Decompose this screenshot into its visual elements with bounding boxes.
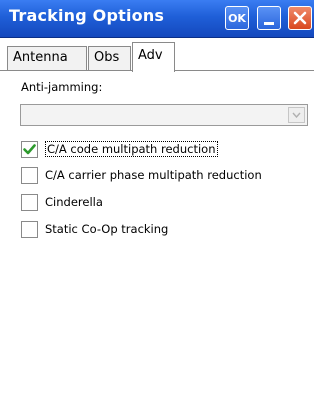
ok-button[interactable]: OK (225, 6, 249, 30)
checkbox-ca-code-multipath[interactable] (21, 141, 38, 158)
close-button[interactable] (288, 6, 312, 30)
anti-jamming-label: Anti-jamming: (21, 80, 103, 94)
minimize-icon (264, 21, 274, 25)
checkbox-static-coop-tracking[interactable] (21, 221, 38, 238)
dropdown-button[interactable] (288, 107, 305, 123)
title-bar: Tracking Options OK (0, 0, 314, 38)
checkmark-icon (23, 144, 36, 155)
dropdown-arrow-icon (292, 112, 301, 118)
tab-obs[interactable]: Obs (88, 46, 131, 70)
tab-antenna[interactable]: Antenna (7, 46, 87, 70)
option-label: C/A carrier phase multipath reduction (45, 168, 262, 182)
tab-adv[interactable]: Adv (132, 42, 175, 72)
ok-button-label: OK (228, 11, 246, 25)
anti-jamming-select[interactable] (20, 104, 308, 126)
window-title: Tracking Options (9, 6, 165, 25)
close-icon (293, 11, 307, 25)
option-label: C/A code multipath reduction (45, 141, 218, 157)
minimize-button[interactable] (257, 6, 281, 30)
option-label: Static Co-Op tracking (45, 222, 169, 236)
checkbox-ca-carrier-phase-multipath[interactable] (21, 167, 38, 184)
option-label: Cinderella (45, 195, 103, 209)
checkbox-cinderella[interactable] (21, 194, 38, 211)
